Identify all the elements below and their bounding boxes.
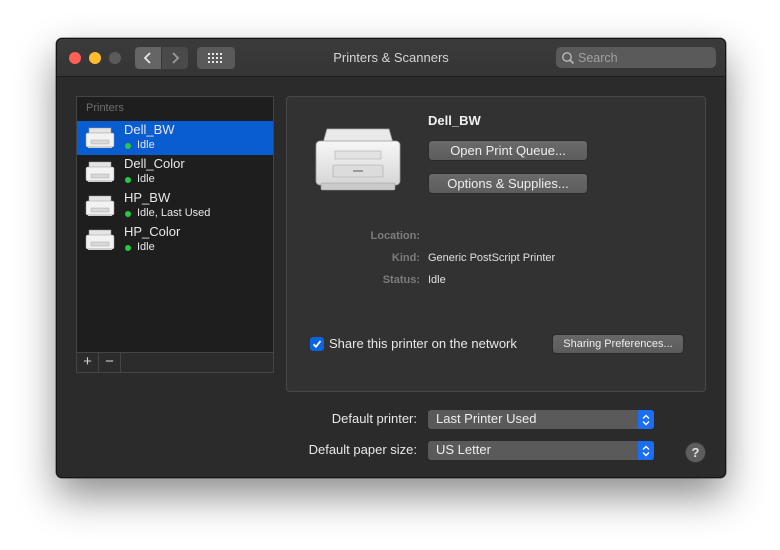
printer-icon (85, 127, 115, 148)
help-button[interactable]: ? (685, 442, 706, 463)
printer-icon (85, 161, 115, 182)
status-value: Idle (428, 274, 446, 286)
updown-arrows-icon (638, 410, 654, 429)
search-placeholder: Search (578, 50, 618, 65)
checkmark-icon (312, 339, 322, 348)
share-printer-checkbox[interactable] (310, 336, 324, 351)
title-bar: Printers & Scanners Search (57, 39, 725, 77)
printer-item-dell-bw[interactable]: Dell_BW Idle (77, 121, 273, 155)
selected-printer-name: Dell_BW (428, 113, 481, 128)
minimize-window-button[interactable] (89, 52, 101, 64)
printer-large-icon (315, 128, 401, 191)
printer-list-header: Printers (86, 102, 124, 114)
open-print-queue-button[interactable]: Open Print Queue... (428, 140, 588, 161)
printer-icon (85, 229, 115, 250)
printer-list: Printers Dell_BW Idle Dell_Color Idle HP… (76, 96, 274, 373)
printer-status: Idle, Last Used (137, 207, 211, 219)
printer-status: Idle (137, 241, 155, 253)
status-dot (125, 177, 131, 183)
status-dot (125, 211, 131, 217)
printer-list-footer: + − (77, 352, 273, 372)
add-printer-button[interactable]: + (77, 353, 99, 372)
default-printer-label: Default printer: (331, 411, 417, 426)
printer-item-hp-bw[interactable]: HP_BW Idle, Last Used (77, 189, 273, 223)
close-window-button[interactable] (69, 52, 81, 64)
printer-status: Idle (137, 139, 155, 151)
share-printer-row: Share this printer on the network (310, 336, 517, 351)
printers-window: Printers & Scanners Search Printers Dell… (56, 38, 726, 478)
chevron-right-icon (172, 52, 180, 64)
default-printer-value: Last Printer Used (436, 411, 537, 426)
printer-name: Dell_Color (124, 156, 185, 171)
options-supplies-button[interactable]: Options & Supplies... (428, 173, 588, 194)
show-all-button[interactable] (197, 47, 235, 69)
location-label: Location: (370, 230, 421, 242)
zoom-window-button[interactable] (109, 52, 121, 64)
default-paper-size-value: US Letter (436, 442, 491, 457)
printer-icon (85, 195, 115, 216)
printer-item-hp-color[interactable]: HP_Color Idle (77, 223, 273, 257)
status-dot (125, 143, 131, 149)
default-paper-size-select[interactable]: US Letter (427, 440, 655, 461)
default-paper-size-label: Default paper size: (308, 442, 417, 457)
share-printer-label[interactable]: Share this printer on the network (329, 336, 517, 351)
status-label: Status: (382, 274, 420, 286)
updown-arrows-icon (638, 441, 654, 460)
printer-status: Idle (137, 173, 155, 185)
printer-name: HP_Color (124, 224, 181, 239)
grid-icon (208, 53, 222, 63)
kind-label: Kind: (391, 252, 420, 264)
sharing-preferences-button[interactable]: Sharing Preferences... (552, 334, 684, 354)
back-button[interactable] (135, 47, 161, 69)
kind-value: Generic PostScript Printer (428, 252, 556, 264)
printer-name: Dell_BW (124, 122, 175, 137)
printer-name: HP_BW (124, 190, 171, 205)
chevron-left-icon (143, 52, 151, 64)
default-printer-select[interactable]: Last Printer Used (427, 409, 655, 430)
printer-item-dell-color[interactable]: Dell_Color Idle (77, 155, 273, 189)
forward-button[interactable] (162, 47, 188, 69)
status-dot (125, 245, 131, 251)
search-input[interactable]: Search (556, 47, 716, 68)
printer-detail-panel: Dell_BW Open Print Queue... Options & Su… (286, 96, 706, 392)
search-icon (562, 51, 575, 64)
remove-printer-button[interactable]: − (99, 353, 121, 372)
